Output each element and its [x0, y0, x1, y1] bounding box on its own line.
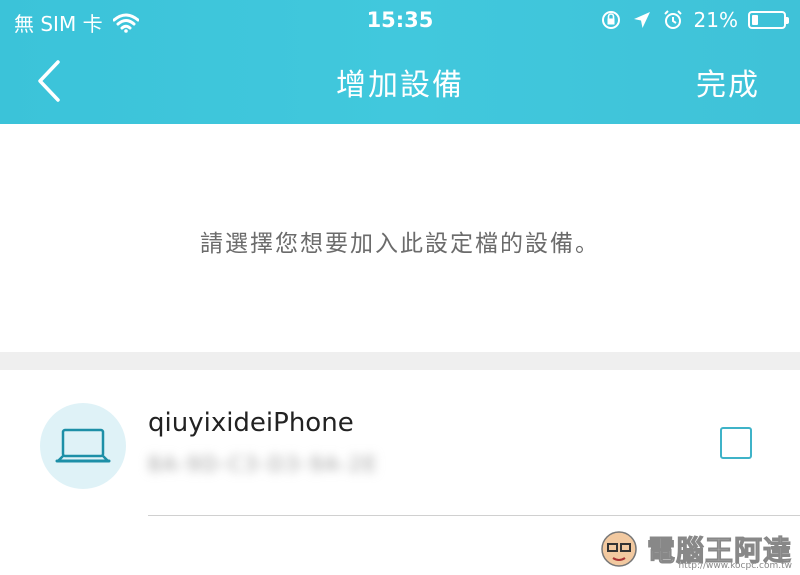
device-avatar — [40, 403, 126, 489]
status-right: 21% — [600, 8, 789, 32]
device-name: qiuyixideiPhone — [148, 408, 354, 438]
device-select-checkbox[interactable] — [720, 427, 752, 459]
battery-percent: 21% — [693, 8, 738, 32]
navigation-bar: 增加設備 完成 — [0, 42, 800, 124]
status-bar: 無 SIM 卡 15:35 21% — [0, 0, 800, 42]
location-arrow-icon — [633, 12, 650, 28]
battery-icon — [748, 11, 789, 29]
section-divider — [0, 352, 800, 370]
device-mac-address: 8A-9D-C3-D3-9A-2E — [148, 452, 379, 476]
instruction-text: 請選擇您想要加入此設定檔的設備。 — [200, 231, 600, 257]
done-button[interactable]: 完成 — [696, 60, 760, 104]
battery-fill — [752, 15, 759, 25]
row-divider — [148, 515, 800, 516]
orientation-lock-icon — [601, 11, 620, 29]
page-title: 增加設備 — [336, 68, 464, 103]
alarm-icon — [663, 10, 682, 29]
app-header: 無 SIM 卡 15:35 21% 增加設備 完成 — [0, 0, 800, 124]
mascot-icon — [601, 531, 637, 567]
laptop-icon — [55, 428, 111, 463]
watermark-url: http://www.kocpc.com.tw — [678, 561, 792, 571]
